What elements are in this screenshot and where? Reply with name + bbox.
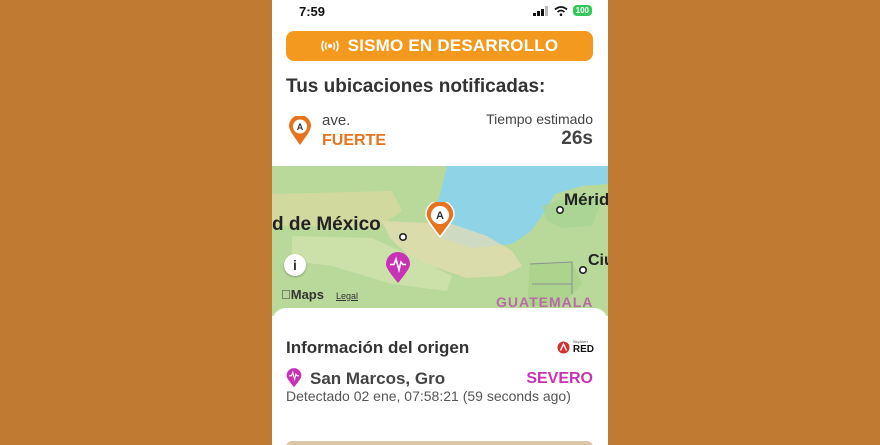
map-label-mexico-city: d de México [272,214,381,235]
location-intensity: FUERTE [322,132,386,149]
brand-red-label: RED [572,344,594,355]
origin-place: San Marcos, Gro [310,369,446,388]
status-time: 7:59 [299,4,326,19]
estimated-time-value: 26s [561,128,593,149]
location-a-pin-icon: A [288,115,312,151]
origin-severity: SEVERO [526,370,593,387]
location-name: ave. [322,112,351,129]
origin-info-card: Información del origen SkyAlert RED San … [272,308,608,445]
skyalert-logo-icon [557,341,570,354]
notified-locations-title: Tus ubicaciones notificadas: [286,76,546,97]
detection-time: Detectado 02 ene, 07:58:21 (59 seconds a… [286,388,571,404]
maps-brand-label: Maps [281,287,324,302]
origin-info-title: Información del origen [286,338,470,357]
skyalert-red-logo: SkyAlert RED [557,340,594,355]
map-info-button[interactable]: i [284,254,306,276]
next-card-preview[interactable] [286,441,593,445]
phone-screen: 7:59 100 SISMO EN DESARROLLO Tus ubicaci… [272,0,608,445]
map-label-city: Ciu [588,252,608,269]
wifi-icon [554,5,568,16]
map-marker-a-letter: A [436,210,444,222]
earthquake-alert-banner[interactable]: SISMO EN DESARROLLO [286,31,593,61]
map-legal-link[interactable]: Legal [336,291,358,301]
alert-banner-label: SISMO EN DESARROLLO [347,36,559,55]
location-a-pin-letter: A [297,122,304,132]
info-icon: i [293,257,297,273]
status-bar: 7:59 100 [272,0,608,24]
estimated-time-label: Tiempo estimado [486,111,593,127]
map-label-merida: Mérid [564,190,608,209]
battery-indicator: 100 [572,5,592,16]
maps-attribution: Maps [281,287,324,302]
status-icons: 100 [532,5,592,16]
earthquake-map[interactable]: d de México Mérid Ciu GUATEMALA A i Map… [272,166,608,316]
broadcast-icon [320,40,339,52]
apple-logo-icon:  [281,287,291,302]
cellular-signal-icon [532,5,548,16]
